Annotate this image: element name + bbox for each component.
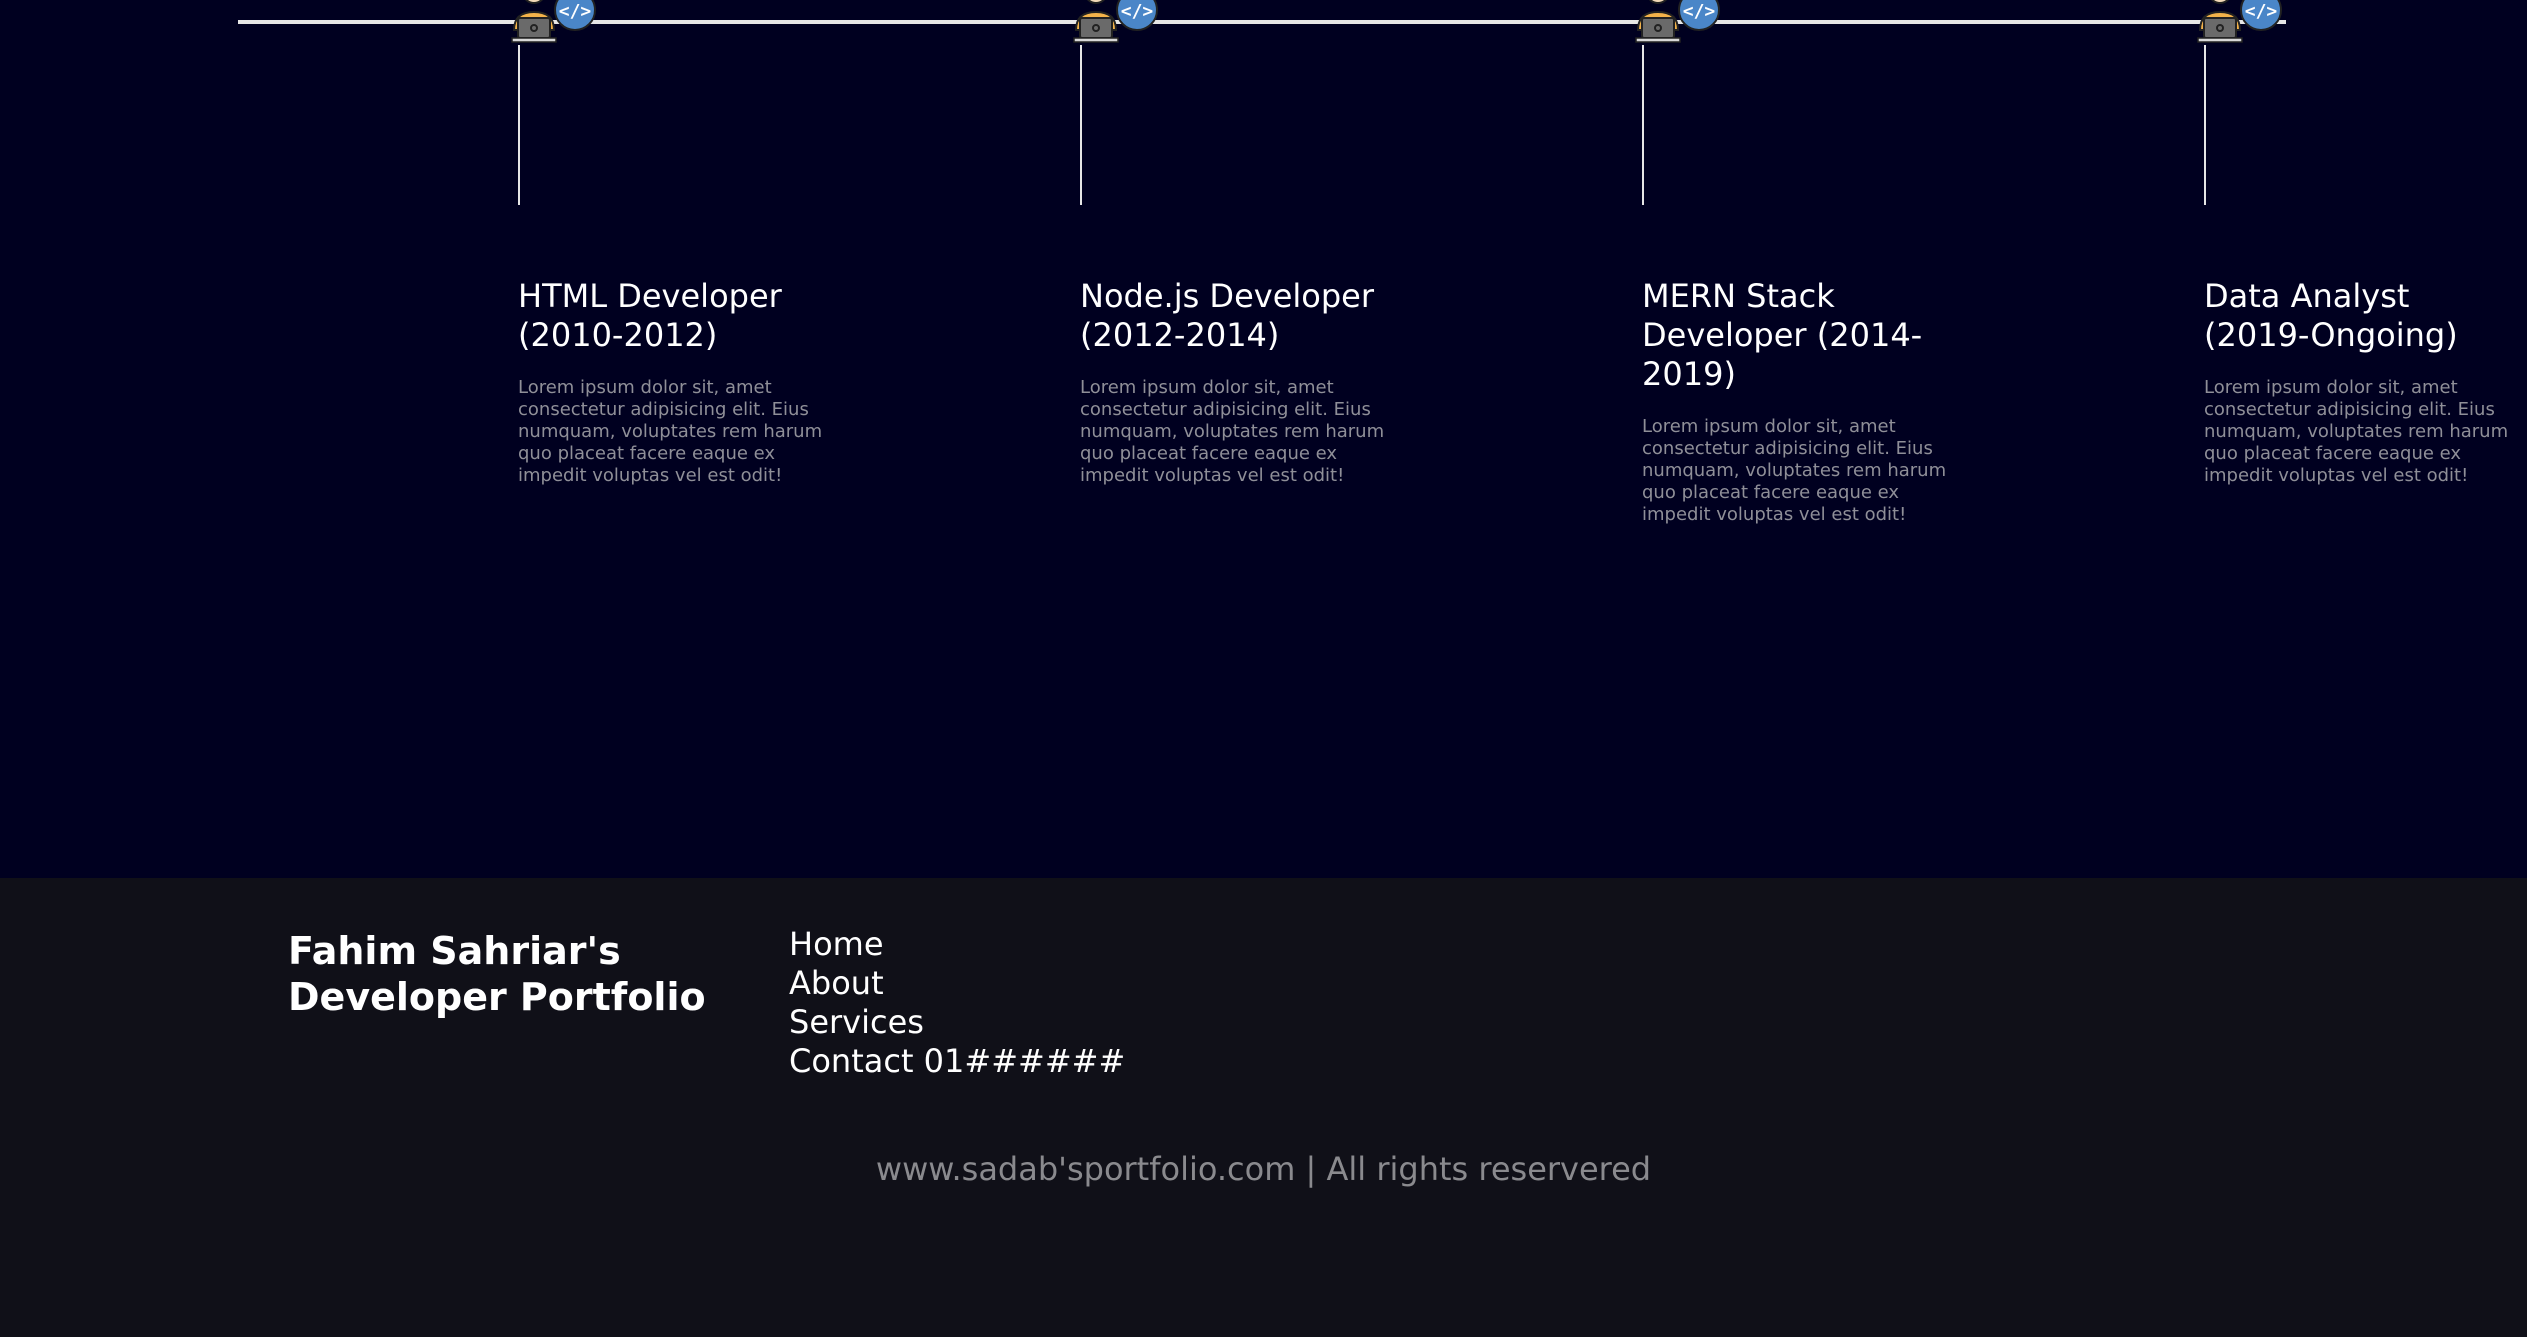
svg-text:</>: </> bbox=[2245, 1, 2278, 22]
timeline-item-description: Lorem ipsum dolor sit, amet consectetur … bbox=[1642, 416, 1947, 525]
timeline-item-title: Data Analyst (2019-Ongoing) bbox=[2204, 277, 2458, 354]
developer-laptop-code-icon: </> bbox=[1073, 0, 1158, 43]
timeline-stem bbox=[1642, 45, 1644, 205]
footer-nav: Home About Services Contact 01###### bbox=[789, 925, 1125, 1081]
site-footer: Fahim Sahriar's Developer Portfolio Home… bbox=[0, 878, 2527, 1337]
timeline-stem bbox=[2204, 45, 2206, 205]
timeline-item-description: Lorem ipsum dolor sit, amet consectetur … bbox=[518, 377, 823, 486]
developer-laptop-code-icon: </> bbox=[511, 0, 596, 43]
experience-timeline: </> HTML Developer (2010-2012) Lorem ips… bbox=[0, 0, 2527, 878]
svg-text:</>: </> bbox=[1121, 1, 1154, 22]
footer-nav-contact-link[interactable]: Contact 01###### bbox=[789, 1042, 1125, 1081]
footer-nav-services-link[interactable]: Services bbox=[789, 1003, 1125, 1042]
timeline-item-title: HTML Developer (2010-2012) bbox=[518, 277, 782, 354]
timeline-item-description: Lorem ipsum dolor sit, amet consectetur … bbox=[1080, 377, 1385, 486]
developer-laptop-code-icon: </> bbox=[2197, 0, 2282, 43]
footer-nav-home-link[interactable]: Home bbox=[789, 925, 1125, 964]
footer-nav-about-link[interactable]: About bbox=[789, 964, 1125, 1003]
timeline-item-title: Node.js Developer (2012-2014) bbox=[1080, 277, 1374, 354]
timeline-stem bbox=[518, 45, 520, 205]
timeline-item-title: MERN Stack Developer (2014-2019) bbox=[1642, 277, 1923, 393]
footer-brand-title: Fahim Sahriar's Developer Portfolio bbox=[288, 929, 706, 1019]
developer-laptop-code-icon: </> bbox=[1635, 0, 1720, 43]
footer-copyright: www.sadab'sportfolio.com | All rights re… bbox=[875, 1150, 1652, 1188]
timeline-item-description: Lorem ipsum dolor sit, amet consectetur … bbox=[2204, 377, 2509, 486]
svg-text:</>: </> bbox=[1683, 1, 1716, 22]
svg-text:</>: </> bbox=[559, 1, 592, 22]
timeline-stem bbox=[1080, 45, 1082, 205]
